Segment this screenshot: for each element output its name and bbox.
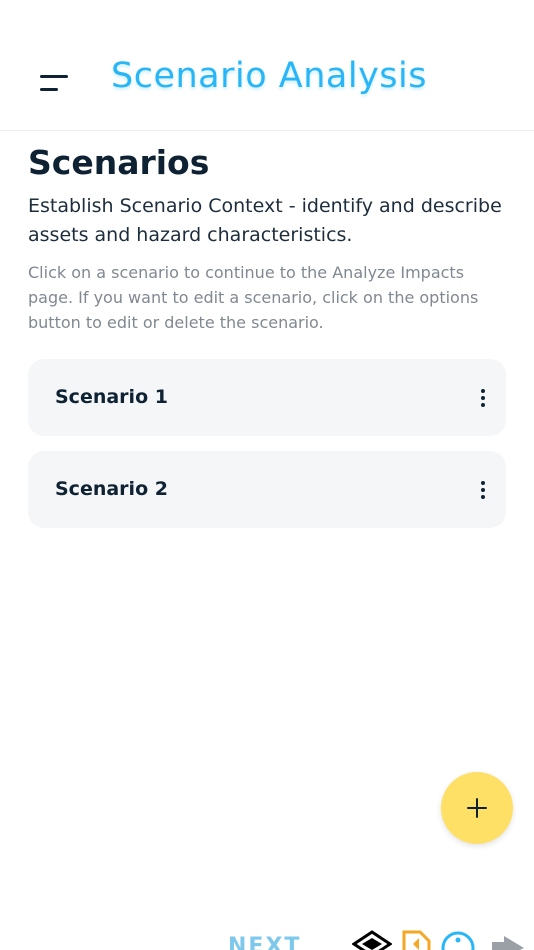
scenario-name: Scenario 1 (55, 386, 168, 408)
scenario-card[interactable]: Scenario 2 (28, 451, 506, 528)
more-vertical-icon-dot (481, 488, 485, 492)
arrow-icon[interactable] (490, 928, 534, 950)
menu-button[interactable] (30, 60, 78, 108)
app-root: Scenario Analysis Scenarios Establish Sc… (0, 0, 534, 950)
info-icon[interactable] (441, 928, 475, 950)
main-content: Scenarios Establish Scenario Context - i… (28, 140, 506, 543)
layers-icon[interactable] (352, 928, 392, 950)
add-scenario-button[interactable] (441, 772, 513, 844)
menu-icon (40, 75, 68, 78)
more-vertical-icon (481, 481, 485, 485)
plus-icon-stroke (476, 798, 478, 818)
scenario-options-button[interactable] (470, 473, 496, 505)
more-vertical-icon-dot (481, 403, 485, 407)
page-title: Scenarios (28, 143, 210, 182)
page-subtitle: Establish Scenario Context - identify an… (28, 195, 502, 246)
scenario-name: Scenario 2 (55, 478, 168, 500)
app-title: Scenario Analysis (111, 56, 427, 96)
more-vertical-icon (481, 389, 485, 393)
scenario-card[interactable]: Scenario 1 (28, 359, 506, 436)
menu-icon-bar (40, 88, 58, 91)
help-text: Click on a scenario to continue to the A… (28, 263, 479, 332)
scenario-list: Scenario 1 Scenario 2 (28, 359, 506, 528)
more-vertical-icon-dot (481, 495, 485, 499)
more-vertical-icon-dot (481, 396, 485, 400)
document-icon[interactable] (401, 928, 433, 950)
bottom-nav-bar: NEXT (0, 928, 534, 950)
scenario-options-button[interactable] (470, 381, 496, 413)
app-header: Scenario Analysis (0, 0, 534, 131)
next-button[interactable]: NEXT (228, 934, 301, 950)
